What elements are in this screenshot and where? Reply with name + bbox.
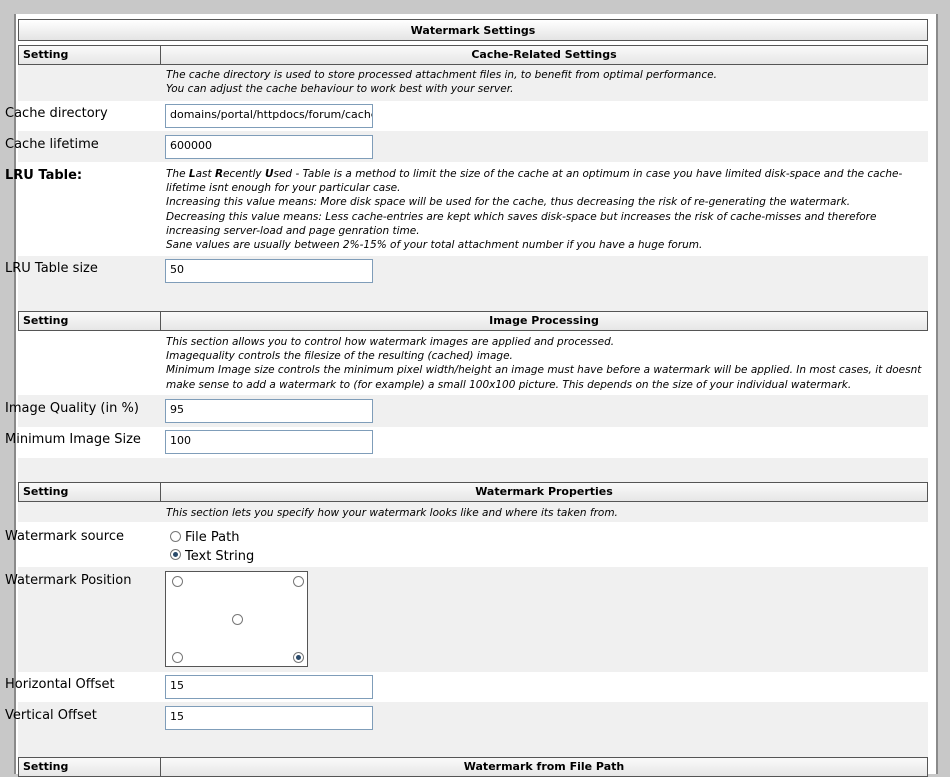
watermark-source-label: Watermark source [5,529,125,544]
section-header-filepath: Setting Watermark from File Path [18,757,928,777]
cache-lifetime-row [18,131,928,162]
lru-desc-line6: Sane values are usually between 2%-15% o… [166,239,703,252]
section-spacer [18,733,928,757]
vertical-offset-label: Vertical Offset [5,708,97,723]
lru-description: The Last Recently Used - Table is a meth… [166,168,903,252]
cache-description-row: The cache directory is used to store pro… [18,65,928,101]
minimum-image-size-label: Minimum Image Size [5,432,141,447]
properties-description-row: This section lets you specify how your w… [18,502,928,522]
lru-size-row [18,256,928,288]
setting-column-header: Setting [19,483,161,501]
cache-lifetime-input[interactable]: 600000 [165,135,373,159]
section-header-image: Setting Image Processing [18,311,928,331]
watermark-position-grid [165,571,308,667]
setting-column-header: Setting [19,312,161,330]
position-top-left-radio[interactable] [172,576,183,587]
image-description: This section allows you to control how w… [166,335,921,392]
position-bottom-left-radio[interactable] [172,652,183,663]
section-spacer [18,458,928,482]
setting-column-header: Setting [19,46,161,64]
lru-size-input[interactable]: 50 [165,259,373,283]
lru-desc-line4: Decreasing this value means: Less cache-… [166,210,877,223]
position-center-radio[interactable] [232,614,243,625]
source-file-path-label: File Path [185,530,240,545]
lru-desc-line5: increasing server-load and page genratio… [166,224,420,237]
minimum-image-size-input[interactable]: 100 [165,430,373,454]
source-text-string-label: Text String [185,549,255,564]
image-quality-input[interactable]: 95 [165,399,373,423]
image-quality-label: Image Quality (in %) [5,401,139,416]
section-header-properties: Setting Watermark Properties [18,482,928,502]
cache-desc-line1: The cache directory is used to store pro… [166,69,717,81]
cache-directory-label: Cache directory [5,106,108,121]
cache-directory-input[interactable]: domains/portal/httpdocs/forum/cache [165,104,373,128]
cache-desc-line2: You can adjust the cache behaviour to wo… [166,83,514,96]
image-section-title: Image Processing [489,314,599,327]
lru-size-label: LRU Table size [5,261,98,276]
image-desc-line1: This section allows you to control how w… [166,336,615,348]
image-quality-row [18,395,928,427]
image-desc-line2: Imagequality controls the filesize of th… [166,350,513,363]
cache-lifetime-label: Cache lifetime [5,137,99,152]
watermark-position-label: Watermark Position [5,573,132,588]
source-file-path-radio[interactable] [170,531,181,542]
image-desc-line4: make sense to add a watermark to (for ex… [166,378,852,391]
properties-section-title: Watermark Properties [475,485,613,498]
horizontal-offset-label: Horizontal Offset [5,677,115,692]
horizontal-offset-input[interactable]: 15 [165,675,373,699]
position-bottom-right-radio[interactable] [293,652,304,663]
section-header-cache: Setting Cache-Related Settings [18,45,928,65]
source-text-string-radio[interactable] [170,549,181,560]
filepath-section-title: Watermark from File Path [463,760,625,773]
watermark-position-row [18,567,928,672]
page-title: Watermark Settings [18,19,928,41]
vertical-offset-input[interactable]: 15 [165,706,373,730]
position-top-right-radio[interactable] [293,576,304,587]
setting-column-header: Setting [19,758,161,776]
cache-section-title: Cache-Related Settings [471,48,617,61]
image-desc-line3: Minimum Image size controls the minimum … [166,364,922,377]
section-spacer [18,288,928,311]
lru-table-label: LRU Table: [5,168,83,183]
vertical-offset-row [18,702,928,733]
lru-desc-line2: lifetime isnt enough for your particular… [166,182,401,195]
properties-description: This section lets you specify how your w… [166,507,618,519]
lru-desc-line3: Increasing this value means: More disk s… [166,196,851,209]
